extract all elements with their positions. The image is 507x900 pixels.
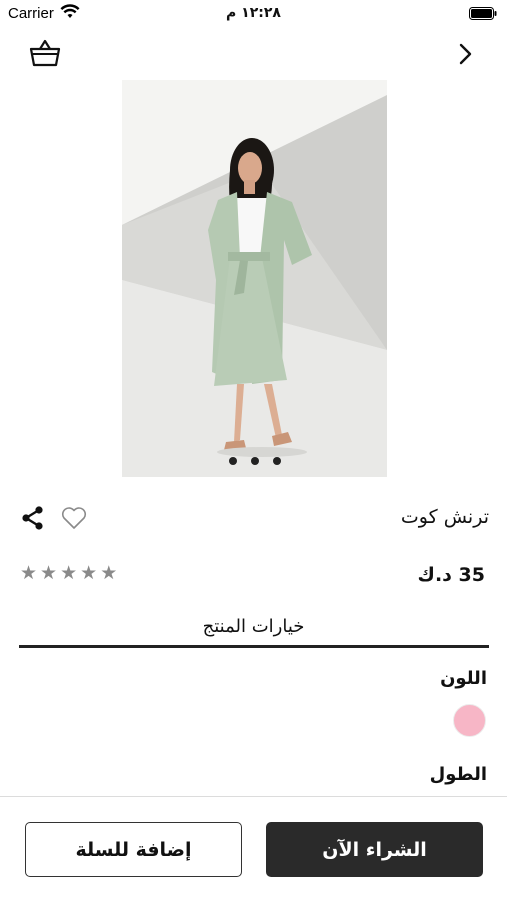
color-option-label: اللون	[440, 668, 487, 689]
rating-stars: ★ ★ ★ ★ ★	[20, 564, 117, 583]
buy-now-button[interactable]: الشراء الآن	[266, 822, 483, 877]
star-icon: ★	[100, 562, 118, 584]
gallery-dot[interactable]	[228, 457, 237, 465]
star-icon: ★	[60, 562, 78, 584]
heart-icon[interactable]	[60, 505, 88, 531]
chevron-right-icon[interactable]	[453, 40, 477, 68]
status-clock: ١٢:٢٨ م	[226, 5, 281, 21]
nav-bar	[0, 34, 507, 74]
product-image[interactable]	[122, 80, 387, 477]
gallery-dot[interactable]	[250, 457, 259, 465]
product-title: ترنش كوت	[400, 506, 489, 528]
star-icon: ★	[40, 562, 58, 584]
tab-product-options[interactable]: خيارات المنتج	[0, 616, 507, 637]
add-to-cart-button[interactable]: إضافة للسلة	[25, 822, 242, 877]
color-swatch-pink[interactable]	[453, 704, 486, 737]
length-option-label: الطول	[429, 764, 487, 785]
product-price: 35 د.ك	[417, 564, 485, 586]
status-bar: Carrier ١٢:٢٨ م	[0, 0, 507, 30]
share-icon[interactable]	[20, 505, 46, 531]
star-icon: ★	[20, 562, 38, 584]
gallery-dots	[122, 457, 387, 465]
tab-underline	[19, 645, 489, 648]
product-photo	[122, 80, 387, 477]
basket-icon[interactable]	[28, 38, 62, 70]
bottom-action-bar: الشراء الآن إضافة للسلة	[0, 796, 507, 900]
battery-icon	[469, 7, 497, 20]
gallery-dot[interactable]	[272, 457, 281, 465]
star-icon: ★	[80, 562, 98, 584]
